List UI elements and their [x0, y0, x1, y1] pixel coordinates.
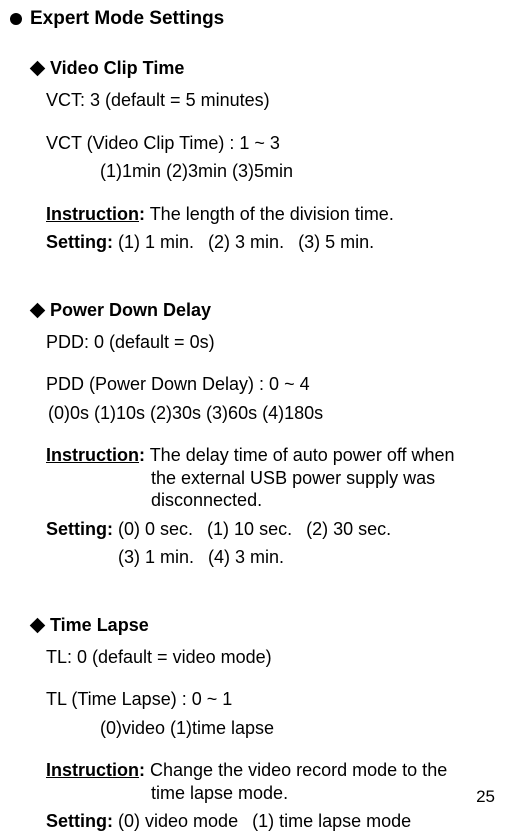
instruction-text-l2: time lapse mode.	[151, 782, 505, 805]
range-text: VCT (Video Clip Time) : 1 ~ 3	[46, 132, 505, 155]
diamond-icon	[30, 302, 46, 318]
setting-line: Setting: (0) video mode (1) time lapse mo…	[46, 810, 505, 833]
heading-text: Video Clip Time	[50, 58, 184, 78]
section-time-lapse: Time Lapse TL: 0 (default = video mode) …	[32, 615, 505, 833]
setting-label: Setting:	[46, 811, 113, 831]
current-value: VCT: 3 (default = 5 minutes)	[46, 89, 505, 112]
opt: (2) 30 sec.	[306, 519, 391, 539]
instruction-label: Instruction	[46, 760, 139, 780]
instruction-text-l2: the external USB power supply was discon…	[151, 467, 505, 512]
page-number: 25	[476, 787, 495, 807]
diamond-icon	[30, 61, 46, 77]
instruction-line: Instruction: The length of the division …	[46, 203, 505, 226]
setting-label: Setting:	[46, 232, 113, 252]
setting-line: Setting: (0) 0 sec. (1) 10 sec. (2) 30 sec…	[46, 518, 505, 541]
instruction-text: The length of the division time.	[150, 204, 394, 224]
opt: (3) 1 min.	[118, 547, 194, 567]
setting-line: Setting: (1) 1 min. (2) 3 min. (3) 5 min.	[46, 231, 505, 254]
instruction-label: Instruction	[46, 204, 139, 224]
setting-line-2: (3) 1 min. (4) 3 min.	[118, 546, 505, 569]
section-heading: Time Lapse	[32, 615, 505, 636]
options-legend: (1)1min (2)3min (3)5min	[100, 160, 505, 183]
diamond-icon	[30, 617, 46, 633]
instruction-line: Instruction: The delay time of auto powe…	[46, 444, 505, 512]
heading-text: Power Down Delay	[50, 300, 211, 320]
options-legend: (0)0s (1)10s (2)30s (3)60s (4)180s	[48, 402, 505, 425]
options-legend: (0)video (1)time lapse	[100, 717, 505, 740]
page-title-text: Expert Mode Settings	[30, 8, 224, 29]
current-value: PDD: 0 (default = 0s)	[46, 331, 505, 354]
range-text: PDD (Power Down Delay) : 0 ~ 4	[46, 373, 505, 396]
heading-text: Time Lapse	[50, 615, 149, 635]
instruction-text-l1: Change the video record mode to the	[150, 760, 447, 780]
range-text: TL (Time Lapse) : 0 ~ 1	[46, 688, 505, 711]
instruction-label: Instruction	[46, 445, 139, 465]
opt: (0) 0 sec.	[118, 519, 193, 539]
setting-label: Setting:	[46, 519, 113, 539]
section-heading: Power Down Delay	[32, 300, 505, 321]
page: Expert Mode Settings Video Clip Time VCT…	[0, 0, 515, 821]
section-video-clip-time: Video Clip Time VCT: 3 (default = 5 minu…	[32, 58, 505, 254]
opt: (4) 3 min.	[208, 547, 284, 567]
opt: (2) 3 min.	[208, 232, 284, 252]
opt: (3) 5 min.	[298, 232, 374, 252]
section-power-down-delay: Power Down Delay PDD: 0 (default = 0s) P…	[32, 300, 505, 569]
opt: (1) 10 sec.	[207, 519, 292, 539]
opt: (1) time lapse mode	[252, 811, 411, 831]
section-heading: Video Clip Time	[32, 58, 505, 79]
current-value: TL: 0 (default = video mode)	[46, 646, 505, 669]
opt: (0) video mode	[118, 811, 238, 831]
page-title: Expert Mode Settings	[10, 8, 505, 30]
instruction-text-l1: The delay time of auto power off when	[150, 445, 455, 465]
opt: (1) 1 min.	[118, 232, 194, 252]
instruction-line: Instruction: Change the video record mod…	[46, 759, 505, 804]
bullet-icon	[10, 13, 22, 25]
